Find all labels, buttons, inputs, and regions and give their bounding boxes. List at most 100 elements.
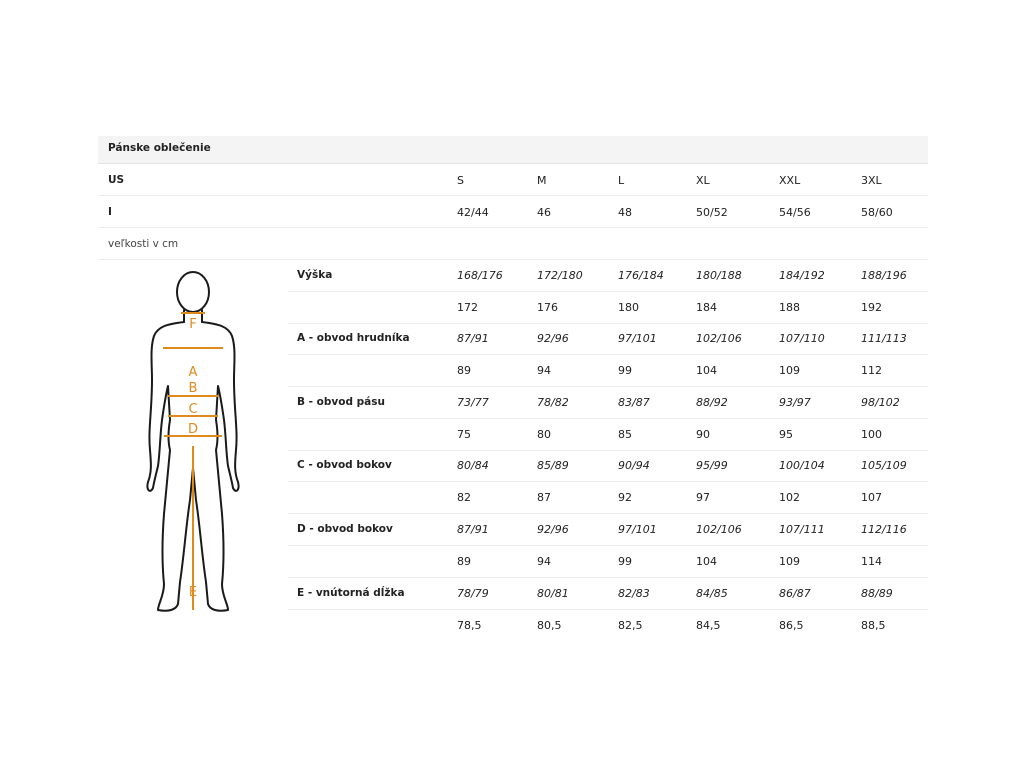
range-cell: 176/184 xyxy=(618,269,664,282)
measurement-label: D - obvod bokov xyxy=(297,523,393,535)
us-size-row: US S M L XL XXL 3XL xyxy=(98,164,928,196)
measurement-label: B - obvod pásu xyxy=(297,396,385,408)
value-cell: 102 xyxy=(779,491,800,504)
figure-label-e: E xyxy=(189,585,197,600)
body-figure-illustration: F A B C D E xyxy=(146,271,240,612)
range-cell: 82/83 xyxy=(618,587,650,600)
range-cell: 180/188 xyxy=(696,269,742,282)
value-cell: 180 xyxy=(618,301,639,314)
range-cell: 87/91 xyxy=(457,332,489,345)
figure-label-d: D xyxy=(188,422,198,437)
figure-label-f: F xyxy=(189,317,196,332)
range-cell: 95/99 xyxy=(696,459,728,472)
range-cell: 83/87 xyxy=(618,396,650,409)
value-cell: 109 xyxy=(779,364,800,377)
value-cell: 92 xyxy=(618,491,632,504)
measurement-value-row: 75 80 85 90 95 100 xyxy=(288,419,928,451)
value-cell: 85 xyxy=(618,428,632,441)
measurement-label: Výška xyxy=(297,269,333,281)
units-note-row: veľkosti v cm xyxy=(98,228,928,260)
us-size: S xyxy=(457,174,464,187)
value-cell: 75 xyxy=(457,428,471,441)
value-cell: 94 xyxy=(537,555,551,568)
value-cell: 112 xyxy=(861,364,882,377)
range-cell: 90/94 xyxy=(618,459,650,472)
value-cell: 90 xyxy=(696,428,710,441)
i-size: 58/60 xyxy=(861,206,893,219)
range-cell: 105/109 xyxy=(861,459,907,472)
range-cell: 98/102 xyxy=(861,396,900,409)
measurement-value-row: 89 94 99 104 109 112 xyxy=(288,355,928,387)
i-size: 48 xyxy=(618,206,632,219)
us-label: US xyxy=(108,174,125,186)
measurement-label: C - obvod bokov xyxy=(297,459,392,471)
measurement-value-row: 172 176 180 184 188 192 xyxy=(288,292,928,324)
value-cell: 82 xyxy=(457,491,471,504)
range-cell: 112/116 xyxy=(861,523,907,536)
value-cell: 89 xyxy=(457,555,471,568)
figure-label-b: B xyxy=(189,381,198,396)
figure-label-a: A xyxy=(189,365,198,380)
value-cell: 88,5 xyxy=(861,619,886,632)
range-cell: 85/89 xyxy=(537,459,569,472)
value-cell: 89 xyxy=(457,364,471,377)
us-size: XL xyxy=(696,174,710,187)
i-size: 42/44 xyxy=(457,206,489,219)
table-title: Pánske oblečenie xyxy=(108,142,211,154)
range-cell: 97/101 xyxy=(618,332,657,345)
range-cell: 97/101 xyxy=(618,523,657,536)
measurement-range-row: Výška 168/176 172/180 176/184 180/188 18… xyxy=(288,260,928,292)
i-size-row: I 42/44 46 48 50/52 54/56 58/60 xyxy=(98,196,928,228)
value-cell: 107 xyxy=(861,491,882,504)
value-cell: 176 xyxy=(537,301,558,314)
range-cell: 80/81 xyxy=(537,587,569,600)
measurement-value-row: 82 87 92 97 102 107 xyxy=(288,482,928,514)
i-size: 50/52 xyxy=(696,206,728,219)
value-cell: 80,5 xyxy=(537,619,562,632)
range-cell: 92/96 xyxy=(537,332,569,345)
range-cell: 84/85 xyxy=(696,587,728,600)
us-size: M xyxy=(537,174,547,187)
value-cell: 100 xyxy=(861,428,882,441)
range-cell: 102/106 xyxy=(696,332,742,345)
value-cell: 114 xyxy=(861,555,882,568)
us-size: XXL xyxy=(779,174,801,187)
range-cell: 80/84 xyxy=(457,459,489,472)
range-cell: 172/180 xyxy=(537,269,583,282)
measurement-value-row: 89 94 99 104 109 114 xyxy=(288,546,928,578)
measurements-area: F A B C D E Výška 168/176 172/180 176/18… xyxy=(98,260,928,641)
size-chart: Pánske oblečenie US S M L XL XXL 3XL I 4… xyxy=(98,136,928,641)
i-size: 46 xyxy=(537,206,551,219)
value-cell: 104 xyxy=(696,364,717,377)
range-cell: 86/87 xyxy=(779,587,811,600)
value-cell: 95 xyxy=(779,428,793,441)
value-cell: 97 xyxy=(696,491,710,504)
measurement-value-row: 78,5 80,5 82,5 84,5 86,5 88,5 xyxy=(288,610,928,641)
value-cell: 99 xyxy=(618,555,632,568)
value-cell: 86,5 xyxy=(779,619,804,632)
value-cell: 109 xyxy=(779,555,800,568)
value-cell: 94 xyxy=(537,364,551,377)
measurement-range-row: A - obvod hrudníka 87/91 92/96 97/101 10… xyxy=(288,323,928,355)
measurement-label: E - vnútorná dĺžka xyxy=(297,587,405,599)
i-label: I xyxy=(108,206,112,218)
range-cell: 78/79 xyxy=(457,587,489,600)
range-cell: 188/196 xyxy=(861,269,907,282)
value-cell: 78,5 xyxy=(457,619,482,632)
range-cell: 107/111 xyxy=(779,523,825,536)
range-cell: 73/77 xyxy=(457,396,489,409)
value-cell: 184 xyxy=(696,301,717,314)
range-cell: 88/89 xyxy=(861,587,893,600)
measurement-range-row: B - obvod pásu 73/77 78/82 83/87 88/92 9… xyxy=(288,387,928,419)
measurement-range-row: C - obvod bokov 80/84 85/89 90/94 95/99 … xyxy=(288,450,928,482)
range-cell: 78/82 xyxy=(537,396,569,409)
measurement-range-row: E - vnútorná dĺžka 78/79 80/81 82/83 84/… xyxy=(288,578,928,610)
value-cell: 84,5 xyxy=(696,619,721,632)
value-cell: 192 xyxy=(861,301,882,314)
value-cell: 172 xyxy=(457,301,478,314)
units-note: veľkosti v cm xyxy=(108,238,179,250)
range-cell: 111/113 xyxy=(861,332,907,345)
value-cell: 80 xyxy=(537,428,551,441)
figure-label-c: C xyxy=(188,402,197,417)
range-cell: 100/104 xyxy=(779,459,825,472)
